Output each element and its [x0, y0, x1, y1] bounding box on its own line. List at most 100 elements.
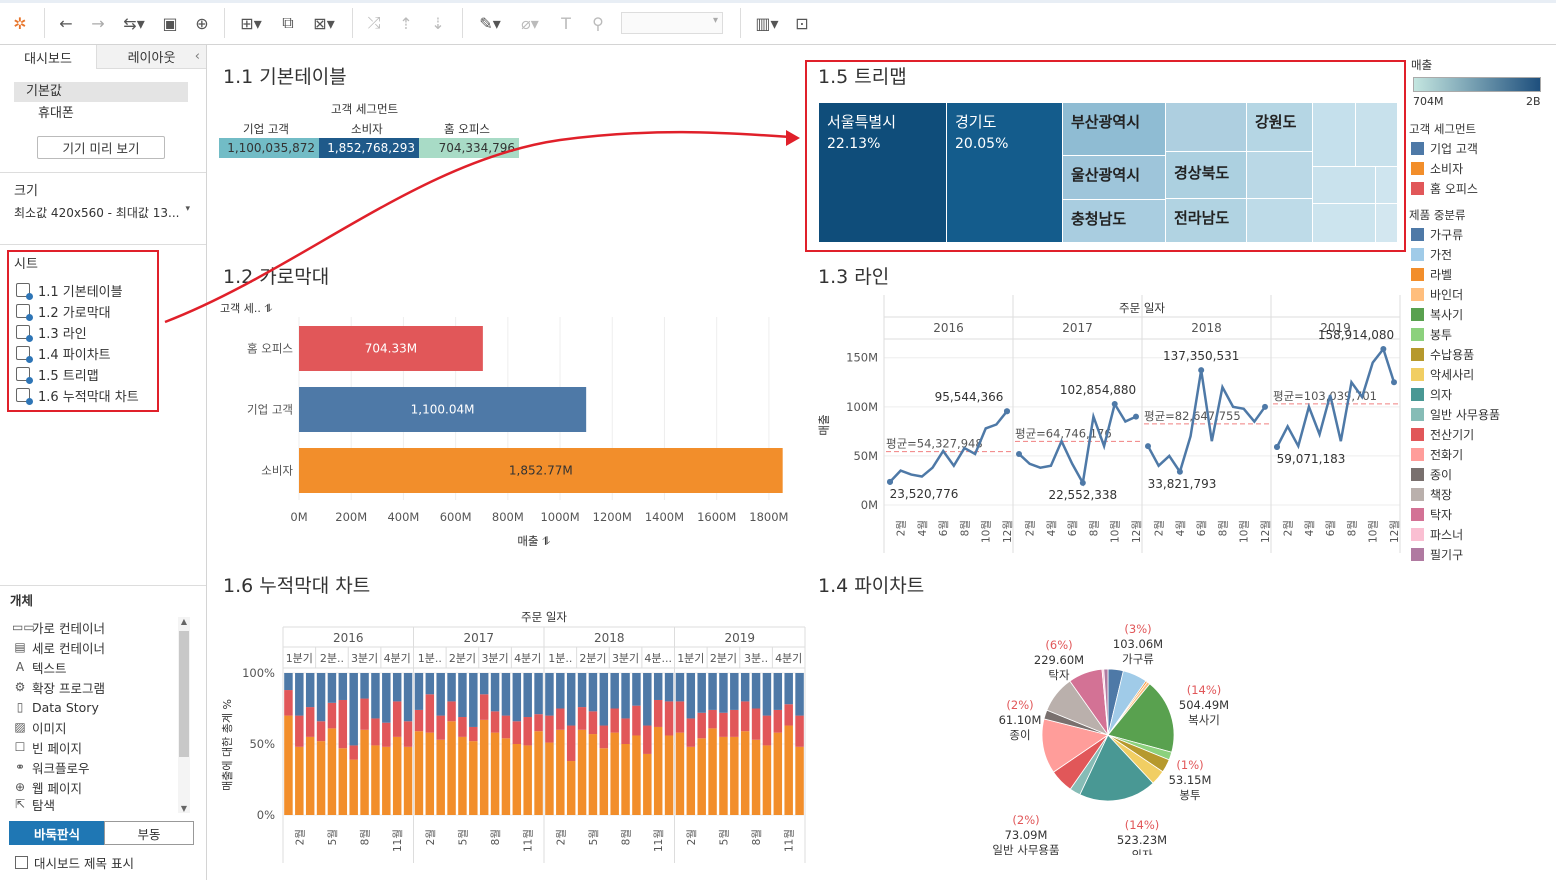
x-tick-label: 4월 — [917, 520, 929, 536]
sort-descending-icon[interactable]: ⇣ — [426, 10, 450, 36]
redo-icon[interactable]: → — [86, 10, 110, 36]
bar-segment-homeoffice — [610, 708, 619, 733]
bar-segment-corporate — [458, 673, 467, 718]
bar-segment-corporate — [284, 673, 293, 691]
hbar-chart[interactable]: 0M 200M 400M 600M 800M 1000M 1200M 1400M 1600M 18… — [215, 295, 805, 555]
legend-subcat-item[interactable]: 가전 — [1411, 245, 1452, 263]
pie-chart[interactable]: (3%)103.06M가구류(14%)504.49M복사기(1%)53.15M봉… — [990, 615, 1250, 855]
pin-icon[interactable]: ⚲ — [586, 10, 610, 36]
legend-subcat-item[interactable]: 복사기 — [1411, 305, 1463, 323]
legend-segment-item[interactable]: 홈 오피스 — [1411, 179, 1478, 197]
bar-segment-consumer — [305, 736, 315, 815]
legend-subcat-item[interactable]: 탁자 — [1411, 505, 1452, 523]
size-dropdown[interactable]: 최소값 420x560 - 최대값 13... ▾ — [14, 204, 190, 221]
new-sheet-icon[interactable]: ⊞▾ — [234, 10, 268, 36]
bar-segment-consumer — [545, 742, 554, 815]
show-title-option[interactable]: 대시보드 제목 표시 — [15, 853, 134, 872]
objects-scrollbar[interactable]: ▲ ▼ — [178, 617, 190, 813]
object-item[interactable]: ☐ 빈 페이지 — [12, 737, 82, 757]
legend-subcat-item[interactable]: 라벨 — [1411, 265, 1452, 283]
device-default[interactable]: 기본값 — [14, 82, 188, 102]
table-cell[interactable]: 1,852,768,293 — [319, 138, 419, 158]
vertical-container-icon: ▤ — [14, 640, 26, 654]
legend-subcat-item[interactable]: 필기구 — [1411, 545, 1463, 563]
tableau-logo-icon[interactable]: ✲ — [8, 10, 32, 36]
legend-subcat-item[interactable]: 봉투 — [1411, 325, 1452, 343]
bar-segment-corporate — [577, 673, 587, 708]
object-item[interactable]: ▨ 이미지 — [12, 717, 66, 737]
object-item[interactable]: ▯ Data Story — [12, 697, 99, 717]
sort-ascending-icon[interactable]: ⇡ — [394, 10, 418, 36]
legend-subcat-item[interactable]: 바인더 — [1411, 285, 1463, 303]
object-item[interactable]: A 텍스트 — [12, 657, 67, 677]
floating-button[interactable]: 부동 — [104, 821, 194, 845]
bar-segment-consumer — [610, 732, 619, 815]
table-cell[interactable]: 1,100,035,872 — [219, 138, 319, 158]
legend-label: 가전 — [1430, 247, 1453, 262]
bar-segment-corporate — [719, 673, 728, 713]
collapse-icon[interactable]: ‹ — [195, 49, 200, 64]
table-cell[interactable]: 704,334,796 — [419, 138, 519, 158]
undo-icon[interactable]: ← — [54, 10, 78, 36]
bar-segment-homeoffice — [360, 698, 369, 730]
highlight-icon[interactable]: ✎▾ — [472, 10, 508, 36]
legend-subcat-item[interactable]: 일반 사무용품 — [1411, 405, 1500, 423]
duplicate-sheet-icon[interactable]: ⧉ — [276, 10, 300, 36]
legend-subcat-item[interactable]: 전화기 — [1411, 445, 1463, 463]
swap-rows-columns-icon[interactable]: ⤮ — [362, 10, 386, 36]
clear-sheet-icon[interactable]: ⊠▾ — [306, 10, 342, 36]
y-tick-label: 50% — [249, 737, 275, 751]
scroll-down-icon[interactable]: ▼ — [178, 804, 190, 813]
object-item[interactable]: ⇱ 탐색 — [12, 797, 55, 811]
label-icon[interactable]: T — [554, 10, 578, 36]
legend-label: 탁자 — [1430, 507, 1453, 522]
legend-subcat-item[interactable]: 수납용품 — [1411, 345, 1474, 363]
bar-segment-homeoffice — [523, 717, 532, 746]
legend-segment-item[interactable]: 기업 고객 — [1411, 139, 1478, 157]
legend-subcat-item[interactable]: 종이 — [1411, 465, 1452, 483]
show-title-checkbox[interactable] — [15, 856, 28, 869]
legend-swatch — [1411, 467, 1424, 481]
bar-segment-corporate — [469, 673, 478, 727]
object-item[interactable]: ⚙ 확장 프로그램 — [12, 677, 105, 697]
sales-color-ramp[interactable] — [1413, 77, 1541, 92]
bar-segment-homeoffice — [588, 711, 598, 735]
presentation-mode-icon[interactable]: ⊡ — [790, 10, 814, 36]
device-phone[interactable]: 휴대폰 — [38, 104, 74, 124]
object-item[interactable]: ▤ 세로 컨테이너 — [12, 637, 105, 657]
table-col-header: 홈 오피스 — [444, 122, 490, 136]
object-item[interactable]: ⚭ 워크플로우 — [12, 757, 90, 777]
x-tick-label: 5월 — [457, 829, 469, 845]
x-tick-label: 8월 — [621, 829, 633, 845]
device-preview-button[interactable]: 기기 미리 보기 — [37, 136, 165, 159]
bar-segment-homeoffice — [392, 701, 402, 737]
y-tick-label: 150M — [846, 351, 878, 365]
fit-dropdown[interactable]: ▾ — [621, 12, 723, 34]
legend-subcat-item[interactable]: 전산기기 — [1411, 425, 1474, 443]
scroll-up-icon[interactable]: ▲ — [178, 617, 190, 626]
tiled-button[interactable]: 바둑판식 — [9, 821, 105, 845]
min-point — [1079, 479, 1086, 486]
line-chart[interactable]: 주문 일자0M50M100M150M매출2016평균=54,327,94895,… — [810, 295, 1405, 560]
save-icon[interactable]: ▣ — [158, 10, 182, 36]
tab-dashboard[interactable]: 대시보드 — [0, 45, 96, 69]
legend-subcat-item[interactable]: 의자 — [1411, 385, 1452, 403]
stacked-chart[interactable]: 주문 일자 2016 1분기 2분.. 3분기 4분기 2017 1분.. 2분기 3분기 4분기 2… — [215, 605, 810, 870]
scrollbar-thumb[interactable] — [179, 631, 189, 757]
show-me-icon[interactable]: ▥▾ — [750, 10, 784, 36]
object-item[interactable]: ▭▭ 가로 컨테이너 — [12, 617, 105, 637]
legend-subcat-item[interactable]: 악세사리 — [1411, 365, 1474, 383]
tab-layout[interactable]: 레이아웃 ‹ — [96, 45, 206, 69]
legend-subcat-item[interactable]: 책장 — [1411, 485, 1452, 503]
group-icon[interactable]: ⌀▾ — [512, 10, 548, 36]
legend-segment-item[interactable]: 소비자 — [1411, 159, 1463, 177]
object-label: 워크플로우 — [32, 760, 90, 776]
legend-subcat-item[interactable]: 파스너 — [1411, 525, 1463, 543]
new-datasource-icon[interactable]: ⊕ — [190, 10, 214, 36]
bar-segment-consumer — [719, 736, 728, 815]
legend-subcat-item[interactable]: 가구류 — [1411, 225, 1463, 243]
x-tick-label: 12월 — [1260, 520, 1272, 543]
object-item[interactable]: ⊕ 웹 페이지 — [12, 777, 82, 797]
swap-icon[interactable]: ⇆▾ — [116, 10, 152, 36]
pie-value-label: 523.23M — [1117, 833, 1167, 847]
